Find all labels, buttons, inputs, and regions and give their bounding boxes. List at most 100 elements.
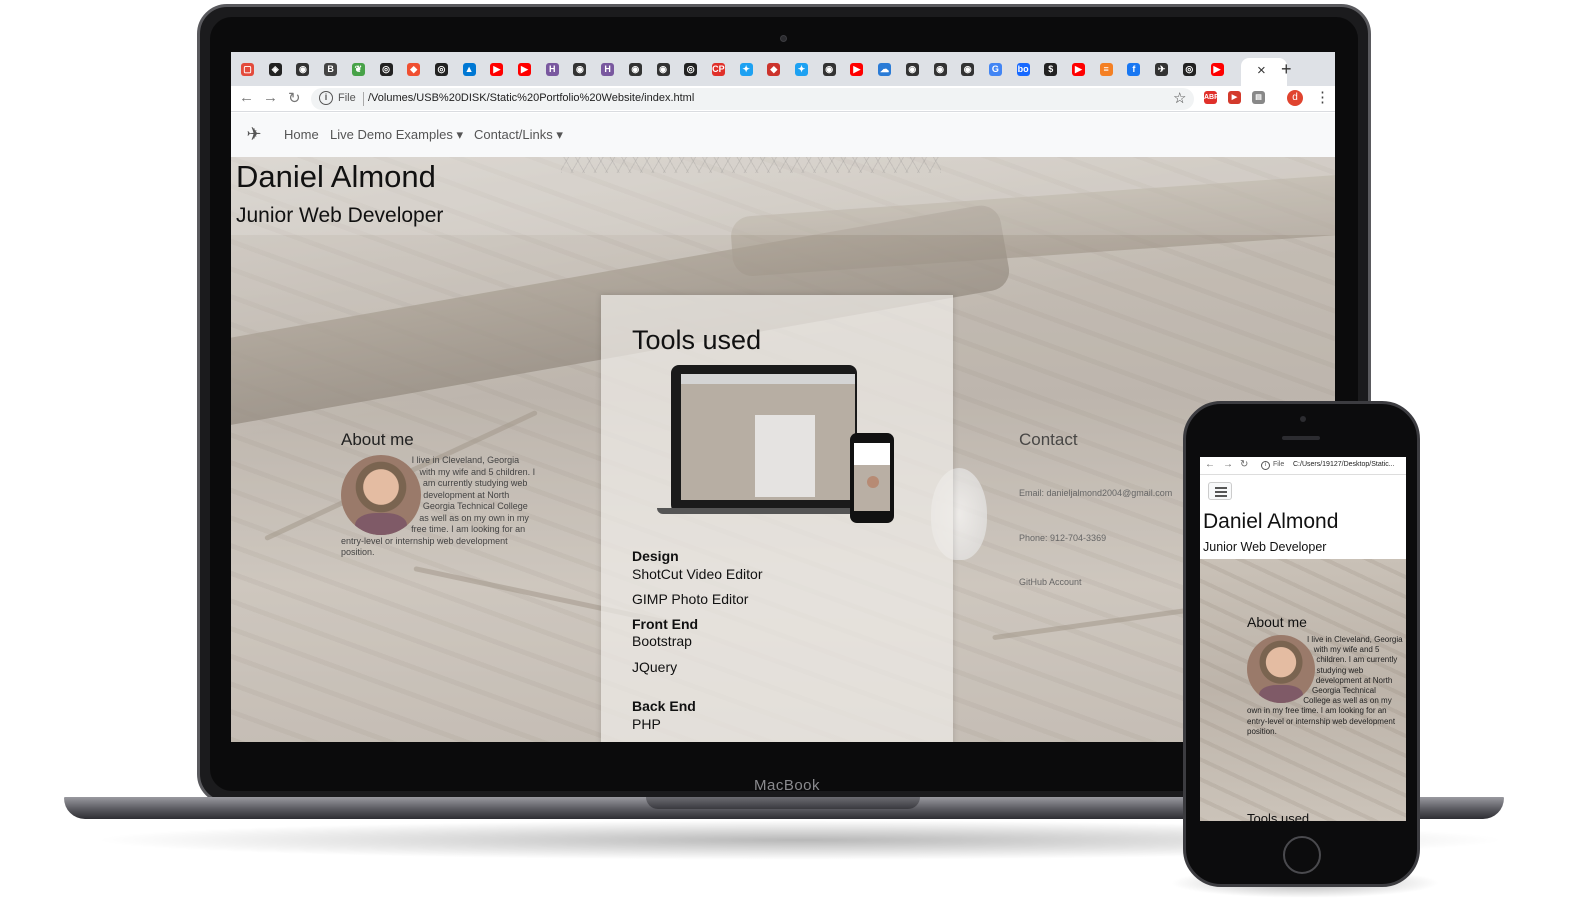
- youtube-icon[interactable]: ▶: [518, 63, 531, 76]
- mockup-laptop-screen: [681, 374, 855, 500]
- phone-reload-icon[interactable]: ↻: [1240, 459, 1248, 470]
- adblock-icon[interactable]: ABP: [1204, 91, 1219, 104]
- hero-title: Junior Web Developer: [236, 204, 444, 227]
- twitter-icon[interactable]: ✦: [795, 63, 808, 76]
- codepen-icon[interactable]: ◈: [268, 63, 282, 76]
- youtube-icon[interactable]: ▶: [1210, 63, 1224, 76]
- phone-screen: ← → ↻ i File C:/Users/19127/Desktop/Stat…: [1200, 457, 1406, 821]
- git-icon[interactable]: ◆: [407, 63, 421, 76]
- nav-live-demo-dropdown[interactable]: Live Demo Examples ▾: [330, 127, 463, 143]
- github-icon[interactable]: ◎: [684, 63, 698, 76]
- azure-icon[interactable]: ▲: [462, 63, 476, 76]
- phone-about-heading: About me: [1247, 614, 1307, 630]
- contact-email-link[interactable]: Email: danieljalmond2004@gmail.com: [1019, 488, 1172, 498]
- codepen-red-icon[interactable]: CP: [711, 63, 725, 76]
- nav-contact-dropdown[interactable]: Contact/Links ▾: [474, 127, 563, 143]
- hero-name: Daniel Almond: [236, 159, 436, 194]
- address-scheme: File: [338, 92, 356, 104]
- reload-icon[interactable]: ↻: [288, 89, 301, 107]
- mockup-phone-screen: [854, 443, 890, 511]
- chrome-icon[interactable]: ◉: [628, 63, 642, 76]
- phone-about-text-body: I live in Cleveland, Georgia with my wif…: [1247, 635, 1403, 736]
- youtube-icon[interactable]: ▶: [1072, 63, 1085, 76]
- facebook-icon[interactable]: f: [1127, 63, 1141, 76]
- bookmark-star-icon[interactable]: ☆: [1173, 89, 1186, 107]
- mockup-laptop: [671, 365, 857, 513]
- mockup-laptop-base: [657, 508, 871, 514]
- phone-hero-title: Junior Web Developer: [1203, 540, 1327, 554]
- nav-home-link[interactable]: Home: [284, 127, 319, 142]
- phone-forward-icon[interactable]: →: [1223, 459, 1233, 470]
- contact-github-link[interactable]: GitHub Account: [1019, 577, 1082, 587]
- hamburger-menu-icon[interactable]: [1208, 482, 1232, 500]
- caret-down-icon: ▾: [556, 127, 563, 142]
- heroku-icon[interactable]: H: [601, 63, 615, 76]
- chrome-icon[interactable]: ◉: [822, 63, 836, 76]
- tools-panel: Tools used Design ShotCut Video Editor G…: [601, 295, 953, 742]
- profile-avatar[interactable]: d: [1287, 90, 1303, 106]
- address-bar[interactable]: i File /Volumes/USB%20DISK/Static%20Port…: [311, 88, 1194, 110]
- pocket-icon[interactable]: ▢: [241, 63, 254, 76]
- laptop-notch: [646, 797, 920, 809]
- ruby-icon[interactable]: ◆: [767, 63, 781, 76]
- site-info-icon[interactable]: i: [319, 91, 333, 105]
- address-separator: [363, 92, 364, 106]
- phone-hero-name: Daniel Almond: [1203, 510, 1339, 533]
- phone-site-info-icon[interactable]: i: [1261, 461, 1270, 470]
- browser-menu-icon[interactable]: ⋮: [1315, 88, 1330, 106]
- forward-arrow-icon[interactable]: →: [263, 89, 278, 106]
- tools-backend-item: PHP: [632, 716, 661, 732]
- laptop-camera: [780, 35, 787, 42]
- stackoverflow-icon[interactable]: ≡: [1099, 63, 1113, 76]
- phone-back-icon[interactable]: ←: [1205, 459, 1215, 470]
- nav-live-demo-label: Live Demo Examples: [330, 127, 453, 142]
- phone-address-bar: ← → ↻ i File C:/Users/19127/Desktop/Stat…: [1200, 457, 1406, 475]
- phone-address-scheme: File: [1273, 461, 1285, 468]
- chrome-icon[interactable]: ◉: [961, 63, 975, 76]
- github-icon[interactable]: ◎: [434, 63, 448, 76]
- chrome-icon[interactable]: ◉: [656, 63, 670, 76]
- chrome-icon[interactable]: ◉: [905, 63, 919, 76]
- google-icon[interactable]: G: [988, 63, 1002, 76]
- tools-heading: Tools used: [632, 325, 762, 355]
- about-heading: About me: [341, 430, 414, 449]
- phone-home-button[interactable]: [1283, 836, 1321, 874]
- behance-icon[interactable]: bo: [1016, 63, 1030, 76]
- nav-contact-label: Contact/Links: [474, 127, 553, 142]
- address-url[interactable]: /Volumes/USB%20DISK/Static%20Portfolio%2…: [368, 92, 694, 104]
- new-tab-button[interactable]: +: [1281, 59, 1292, 80]
- tools-frontend-item: Bootstrap: [632, 633, 692, 649]
- contact-heading: Contact: [1019, 430, 1078, 449]
- twitter-icon[interactable]: ✦: [739, 63, 753, 76]
- github-icon[interactable]: ◎: [1182, 63, 1196, 76]
- phone-tools-heading: Tools used: [1247, 811, 1310, 821]
- phone-address-url[interactable]: C:/Users/19127/Desktop/Static...: [1293, 461, 1395, 468]
- mockup-panel: [755, 415, 815, 497]
- chrome-icon[interactable]: ◉: [573, 63, 587, 76]
- tools-frontend-item: JQuery: [632, 659, 678, 675]
- phone-speaker: [1282, 436, 1320, 440]
- github-icon[interactable]: ◎: [379, 63, 393, 76]
- close-tab-icon[interactable]: ×: [1257, 62, 1266, 79]
- youtube-icon[interactable]: ▶: [850, 63, 864, 76]
- site-icon[interactable]: ✈: [1155, 63, 1169, 76]
- mongodb-icon[interactable]: ❦: [351, 63, 365, 76]
- chrome-icon[interactable]: ◉: [296, 63, 310, 76]
- portfolio-page: ✈ Home Live Demo Examples ▾ Contact/Link…: [231, 113, 1335, 742]
- bootstrap-icon[interactable]: B: [324, 63, 338, 76]
- video-ext-icon[interactable]: ▶: [1228, 91, 1241, 104]
- site-navbar: ✈ Home Live Demo Examples ▾ Contact/Link…: [231, 113, 1335, 157]
- phone-camera: [1300, 416, 1306, 422]
- youtube-icon[interactable]: ▶: [490, 63, 504, 76]
- chrome-icon[interactable]: ◉: [933, 63, 947, 76]
- caret-down-icon: ▾: [456, 127, 463, 142]
- about-text-body: I live in Cleveland, Georgia with my wif…: [341, 455, 536, 557]
- heroku-icon[interactable]: H: [545, 63, 559, 76]
- bank-icon[interactable]: $: [1044, 63, 1058, 76]
- contact-phone: Phone: 912-704-3369: [1019, 533, 1107, 543]
- back-arrow-icon[interactable]: ←: [239, 89, 254, 106]
- cloud-icon[interactable]: ☁: [878, 63, 892, 76]
- brand-logo-icon[interactable]: ✈: [241, 121, 267, 147]
- elements-ext-icon[interactable]: ▤: [1252, 91, 1265, 104]
- browser-tab-strip: ▢ ◈ ◉ B ❦ ◎ ◆ ◎ ▲ ▶ ▶ H ◉ H ◉ ◉ ◎ CP ✦ ◆ ✦ ◉ ▶ ☁ ◉ ◉ ◉ Gbo $ ▶ ≡ f ✈ ◎ ▶ ×…: [231, 52, 1335, 86]
